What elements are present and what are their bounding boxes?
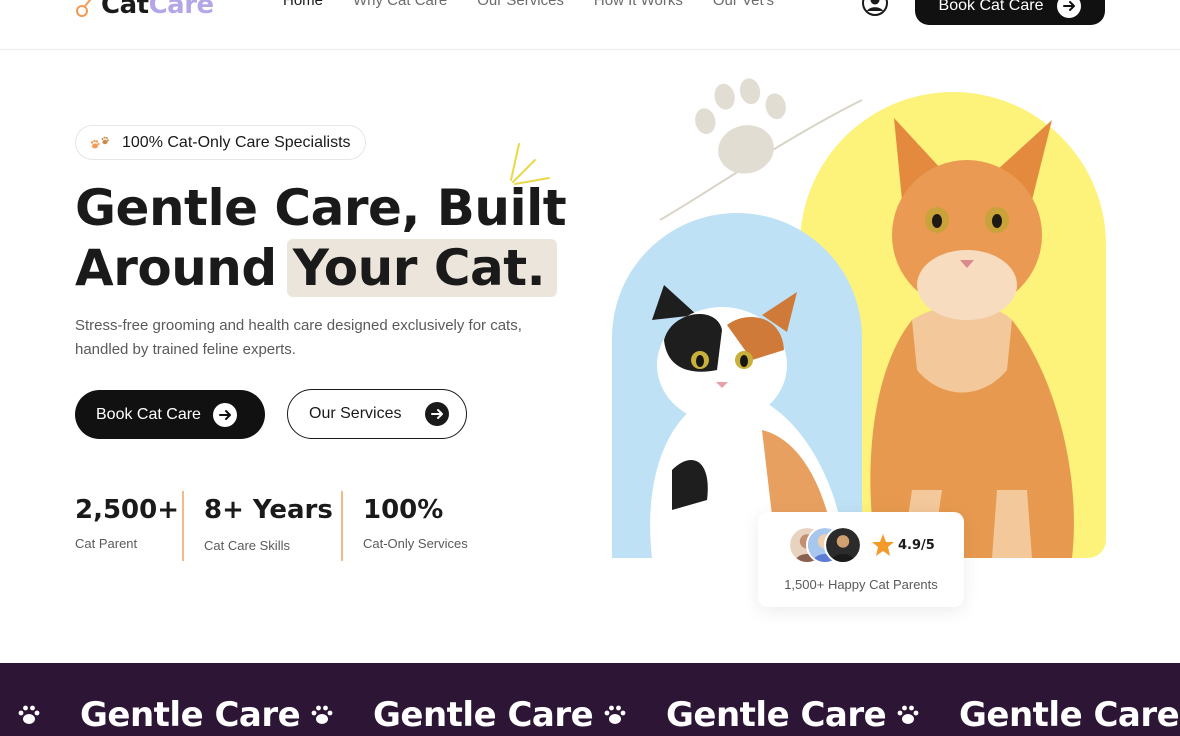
marquee-text: Gentle Care [373, 695, 594, 735]
specialist-badge: 100% Cat-Only Care Specialists [75, 125, 366, 160]
brand-logo[interactable]: CatCare [75, 0, 214, 18]
marquee-text: Gentle Care [80, 695, 301, 735]
hero-title-line2: Around Your Cat. [75, 238, 566, 298]
stat-experience: 8+ Years Cat Care Skills [204, 492, 333, 553]
our-services-label: Our Services [309, 405, 402, 422]
marquee-banner: Gentle Care Gentle Care Gentle Care Gent… [0, 663, 1180, 736]
book-cat-care-label: Book Cat Care [96, 405, 201, 423]
paw-icon [897, 705, 919, 724]
header-book-button[interactable]: Book Cat Care [915, 0, 1105, 25]
marquee-item: Gentle Care [602, 695, 887, 735]
hero-title-around: Around [75, 239, 277, 297]
arrow-right-icon [1057, 0, 1082, 18]
marquee-item: Gentle Care [309, 695, 594, 735]
stat-label: Cat Care Skills [204, 538, 290, 553]
avatar-group [788, 526, 868, 564]
paw-logo-icon [76, 0, 92, 17]
avatar [824, 526, 862, 564]
brand-name-part2: Care [148, 0, 215, 20]
rating-value: 4.9/5 [898, 538, 935, 553]
paw-icon [18, 705, 40, 724]
paw-icon [604, 705, 626, 724]
nav-item-our-vets[interactable]: Our Vet's [713, 0, 774, 11]
hero-title-line1: Gentle Care, Built [75, 179, 567, 237]
site-header: CatCare Home Why Cat Care Our Services H… [0, 0, 1180, 50]
stat-divider [341, 491, 343, 561]
stat-value: 2,500+ [75, 495, 180, 525]
brand-wordmark: CatCare [101, 0, 214, 18]
hero-subtitle: Stress-free grooming and health care des… [75, 317, 522, 358]
hero-title-highlight: Your Cat. [286, 239, 558, 297]
book-cat-care-button[interactable]: Book Cat Care [75, 390, 265, 439]
stat-value: 100% [363, 495, 444, 525]
paw-prints-icon [90, 136, 109, 148]
marquee-item: Gentle Care [16, 695, 301, 735]
stat-cat-parents: 2,500+ Cat Parent [75, 492, 179, 551]
nav-item-home[interactable]: Home [283, 0, 323, 11]
stat-cat-only: 100% Cat-Only Services [363, 492, 468, 551]
stat-label: Cat-Only Services [363, 536, 468, 551]
marquee-text: Gentle Care [666, 695, 887, 735]
badge-text: 100% Cat-Only Care Specialists [122, 133, 351, 151]
stat-value: 8+ Years [204, 495, 333, 525]
hero-cats-illustration [612, 78, 1106, 558]
hero-title: Gentle Care, Built Around Your Cat. [75, 178, 567, 298]
rating-label: 1,500+ Happy Cat Parents [784, 577, 938, 592]
arrow-right-icon [212, 402, 237, 427]
user-account-icon[interactable] [862, 0, 888, 16]
brand-name-part1: Cat [101, 0, 149, 20]
our-services-button[interactable]: Our Services [287, 389, 467, 439]
main-nav: Home Why Cat Care Our Services How It Wo… [283, 0, 793, 11]
nav-item-our-services[interactable]: Our Services [477, 0, 564, 11]
star-icon [872, 534, 894, 556]
marquee-item: Gentle Care [895, 695, 1180, 735]
paw-print-icon [695, 78, 786, 174]
stat-divider [182, 491, 184, 561]
nav-item-why-cat-care[interactable]: Why Cat Care [353, 0, 447, 11]
header-book-label: Book Cat Care [938, 0, 1044, 14]
rating-card: 4.9/5 1,500+ Happy Cat Parents [758, 512, 964, 607]
stat-label: Cat Parent [75, 536, 138, 551]
nav-item-how-it-works[interactable]: How It Works [594, 0, 683, 11]
arrow-right-icon [425, 402, 450, 426]
marquee-text: Gentle Care [959, 695, 1180, 735]
paw-icon [311, 705, 333, 724]
